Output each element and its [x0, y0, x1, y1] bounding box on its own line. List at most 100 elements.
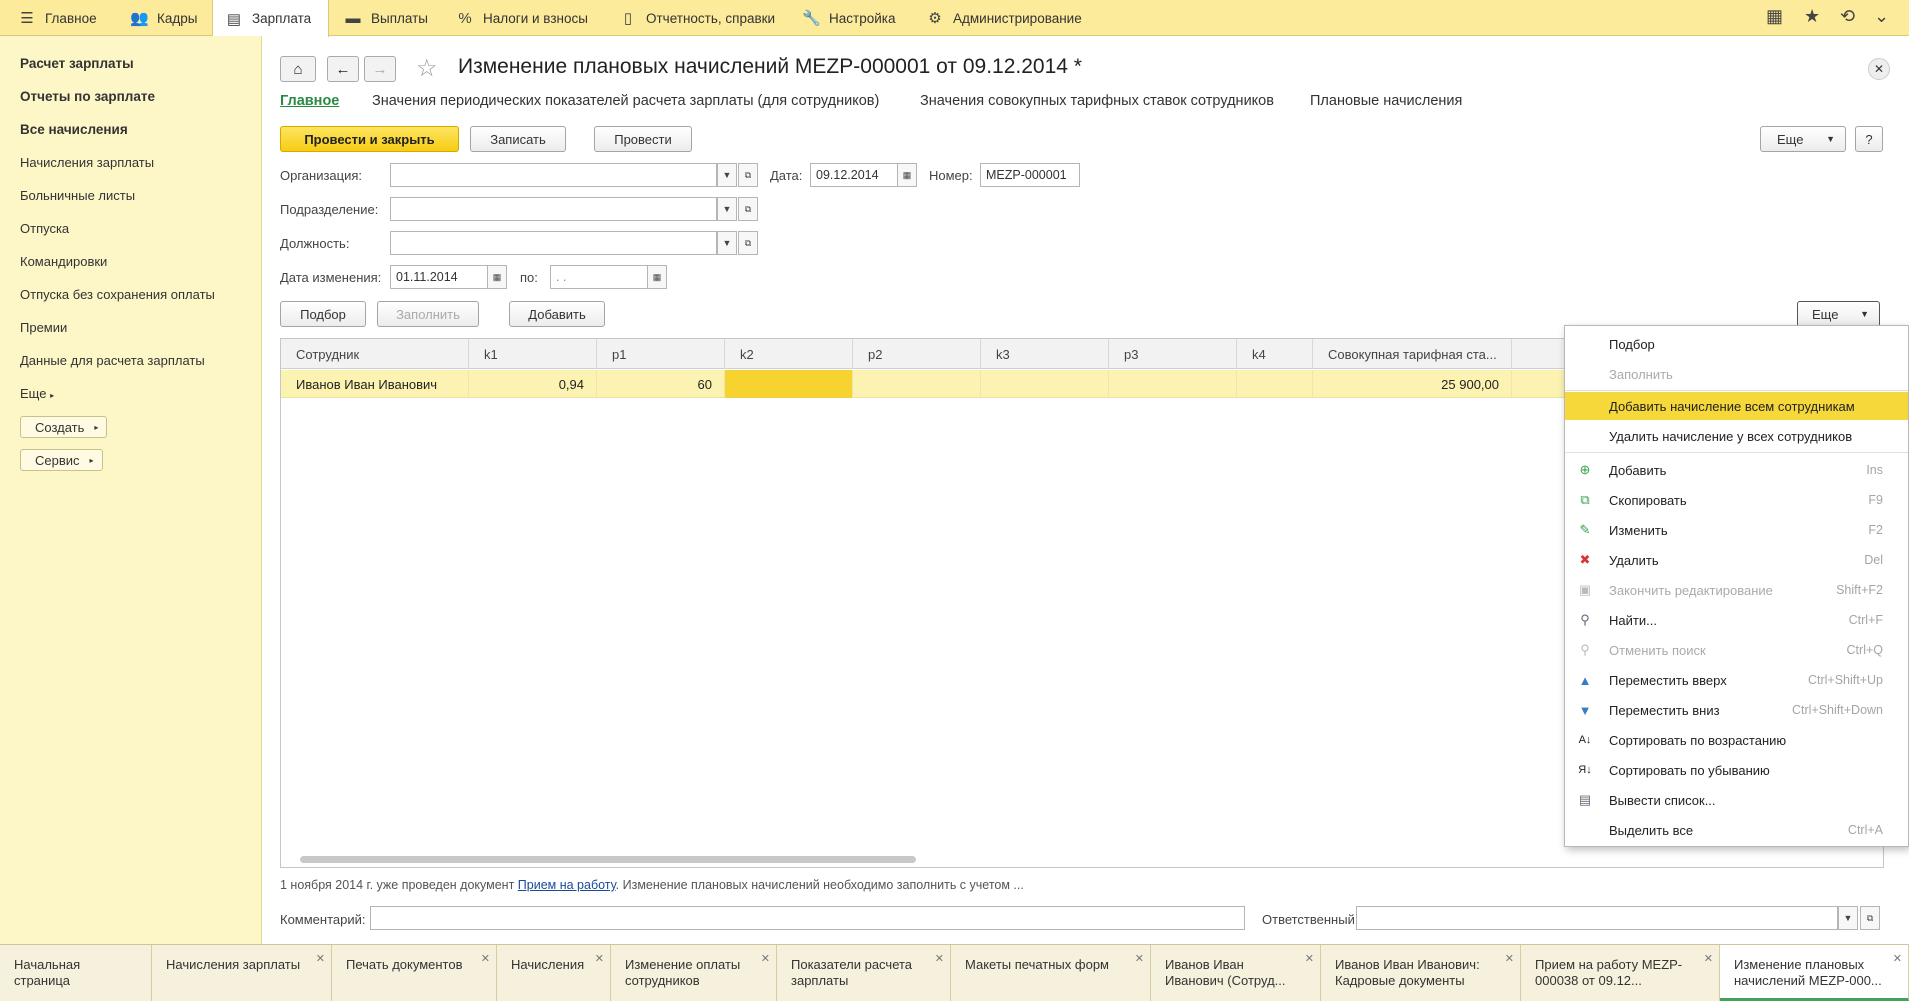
close-icon[interactable]: ✕ — [761, 951, 770, 967]
topmenu-reports[interactable]: ▯ Отчетность, справки — [607, 0, 787, 36]
window-tab-hire[interactable]: Прием на работу MEZP-000038 от 09.12... ✕ — [1521, 945, 1720, 1001]
menu-item-move-up[interactable]: ▲ Переместить вверх Ctrl+Shift+Up — [1565, 666, 1908, 694]
change-date-field[interactable]: 01.11.2014 — [390, 265, 488, 289]
menu-item-output-list[interactable]: ▤ Вывести список... — [1565, 786, 1908, 814]
column-header-p1[interactable]: p1 — [597, 339, 725, 369]
add-button[interactable]: Добавить — [509, 301, 605, 327]
close-icon[interactable]: ✕ — [481, 951, 490, 967]
close-icon[interactable]: ✕ — [1305, 951, 1314, 967]
window-menu-icon[interactable]: ⌄ — [1874, 6, 1889, 27]
topmenu-payroll[interactable]: ▤ Зарплата — [212, 0, 329, 37]
open-icon[interactable]: ⧉ — [738, 163, 758, 187]
sidebar-link-unpaid-leave[interactable]: Отпуска без сохранения оплаты — [20, 287, 215, 302]
to-date-field[interactable]: . . — [550, 265, 648, 289]
position-field[interactable] — [390, 231, 717, 255]
tab-planned-accruals[interactable]: Плановые начисления — [1310, 93, 1462, 109]
menu-item-add[interactable]: ⊕ Добавить Ins — [1565, 456, 1908, 484]
column-header-p3[interactable]: p3 — [1109, 339, 1237, 369]
dropdown-icon[interactable]: ▼ — [717, 163, 737, 187]
menu-item-cancel-search[interactable]: ⚲ Отменить поиск Ctrl+Q — [1565, 636, 1908, 664]
window-tab-print-layouts[interactable]: Макеты печатных форм ✕ — [951, 945, 1151, 1001]
menu-item-edit[interactable]: ✎ Изменить F2 — [1565, 516, 1908, 544]
sidebar-link-payroll-data[interactable]: Данные для расчета зарплаты — [20, 353, 205, 368]
favorite-star-icon[interactable]: ☆ — [416, 54, 438, 83]
window-tab-planned-accruals-change[interactable]: Изменение плановых начислений MEZP-000..… — [1720, 945, 1909, 1001]
forward-button[interactable]: → — [364, 56, 396, 82]
date-field[interactable]: 09.12.2014 — [810, 163, 898, 187]
window-tab-accruals-payroll[interactable]: Начисления зарплаты ✕ — [152, 945, 332, 1001]
topmenu-settings[interactable]: 🔧 Настройка — [790, 0, 907, 36]
close-icon[interactable]: ✕ — [935, 951, 944, 967]
cell-p1[interactable]: 60 — [597, 370, 725, 398]
save-button[interactable]: Записать — [470, 126, 566, 152]
dropdown-icon[interactable]: ▼ — [717, 197, 737, 221]
history-icon[interactable]: ⟲ — [1840, 6, 1855, 27]
topmenu-main[interactable]: ☰ Главное — [6, 0, 109, 36]
sidebar-link-sick-leave[interactable]: Больничные листы — [20, 188, 135, 203]
close-icon[interactable]: ✕ — [1135, 951, 1144, 967]
more-button[interactable]: Еще ▼ — [1760, 126, 1846, 152]
cell-p3[interactable] — [1109, 370, 1237, 398]
sidebar-link-business-trips[interactable]: Командировки — [20, 254, 107, 269]
window-tab-pay-change[interactable]: Изменение оплаты сотрудников ✕ — [611, 945, 777, 1001]
column-header-k3[interactable]: k3 — [981, 339, 1109, 369]
calendar-icon[interactable]: ▦ — [897, 163, 917, 187]
post-and-close-button[interactable]: Провести и закрыть — [280, 126, 459, 152]
window-tab-employee[interactable]: Иванов Иван Иванович (Сотруд... ✕ — [1151, 945, 1321, 1001]
comment-field[interactable] — [370, 906, 1245, 930]
sidebar-link-bonuses[interactable]: Премии — [20, 320, 67, 335]
cell-p2[interactable] — [853, 370, 981, 398]
close-icon[interactable]: ✕ — [1868, 58, 1890, 80]
window-tab-accruals[interactable]: Начисления ✕ — [497, 945, 611, 1001]
window-tab-payroll-indicators[interactable]: Показатели расчета зарплаты ✕ — [777, 945, 951, 1001]
window-tab-print-docs[interactable]: Печать документов ✕ — [332, 945, 497, 1001]
column-header-total-rate[interactable]: Совокупная тарифная ста... — [1313, 339, 1512, 369]
cell-k3[interactable] — [981, 370, 1109, 398]
cell-k4[interactable] — [1237, 370, 1313, 398]
tab-tariff-rates[interactable]: Значения совокупных тарифных ставок сотр… — [920, 93, 1274, 109]
close-icon[interactable]: ✕ — [595, 951, 604, 967]
cell-k2-selected[interactable] — [725, 370, 853, 398]
close-icon[interactable]: ✕ — [1505, 951, 1514, 967]
open-icon[interactable]: ⧉ — [738, 231, 758, 255]
menu-item-move-down[interactable]: ▼ Переместить вниз Ctrl+Shift+Down — [1565, 696, 1908, 724]
department-field[interactable] — [390, 197, 717, 221]
menu-item-fill[interactable]: Заполнить — [1565, 360, 1908, 388]
calendar-icon[interactable]: ▦ — [647, 265, 667, 289]
topmenu-personnel[interactable]: 👥 Кадры — [118, 0, 209, 36]
topmenu-admin[interactable]: ⚙ Администрирование — [914, 0, 1094, 36]
hire-document-link[interactable]: Прием на работу — [518, 878, 616, 892]
sidebar-link-payroll-calc[interactable]: Расчет зарплаты — [20, 56, 134, 71]
menu-item-delete[interactable]: ✖ Удалить Del — [1565, 546, 1908, 574]
sidebar-create-button[interactable]: Создать ▸ — [20, 416, 108, 438]
back-button[interactable]: ← — [327, 56, 359, 82]
menu-item-select-all[interactable]: Выделить все Ctrl+A — [1565, 816, 1908, 844]
horizontal-scrollbar[interactable] — [300, 856, 916, 863]
organization-field[interactable] — [390, 163, 717, 187]
post-button[interactable]: Провести — [594, 126, 692, 152]
column-header-k1[interactable]: k1 — [469, 339, 597, 369]
close-icon[interactable]: ✕ — [316, 951, 325, 967]
apps-grid-icon[interactable]: ▦ — [1766, 6, 1783, 27]
menu-item-add-accrual-all[interactable]: Добавить начисление всем сотрудникам — [1565, 392, 1908, 420]
window-tab-hr-documents[interactable]: Иванов Иван Иванович: Кадровые документы… — [1321, 945, 1521, 1001]
help-button[interactable]: ? — [1855, 126, 1883, 152]
sidebar-link-payroll-reports[interactable]: Отчеты по зарплате — [20, 89, 155, 104]
column-header-employee[interactable]: Сотрудник — [281, 339, 469, 369]
sidebar-link-vacations[interactable]: Отпуска — [20, 221, 69, 236]
column-header-k4[interactable]: k4 — [1237, 339, 1313, 369]
tab-main[interactable]: Главное — [280, 93, 339, 109]
topmenu-taxes[interactable]: % Налоги и взносы — [444, 0, 600, 36]
responsible-field[interactable] — [1356, 906, 1838, 930]
home-button[interactable]: ⌂ — [280, 56, 316, 82]
cell-total-rate[interactable]: 25 900,00 — [1313, 370, 1512, 398]
open-icon[interactable]: ⧉ — [1860, 906, 1880, 930]
menu-item-sort-asc[interactable]: A↓ Сортировать по возрастанию — [1565, 726, 1908, 754]
table-more-button[interactable]: Еще ▼ — [1797, 301, 1880, 327]
cell-k1[interactable]: 0,94 — [469, 370, 597, 398]
menu-item-sort-desc[interactable]: Я↓ Сортировать по убыванию — [1565, 756, 1908, 784]
topmenu-payments[interactable]: ▬ Выплаты — [332, 0, 440, 36]
calendar-icon[interactable]: ▦ — [487, 265, 507, 289]
tab-periodic-indicators[interactable]: Значения периодических показателей расче… — [372, 93, 879, 109]
menu-item-find[interactable]: ⚲ Найти... Ctrl+F — [1565, 606, 1908, 634]
